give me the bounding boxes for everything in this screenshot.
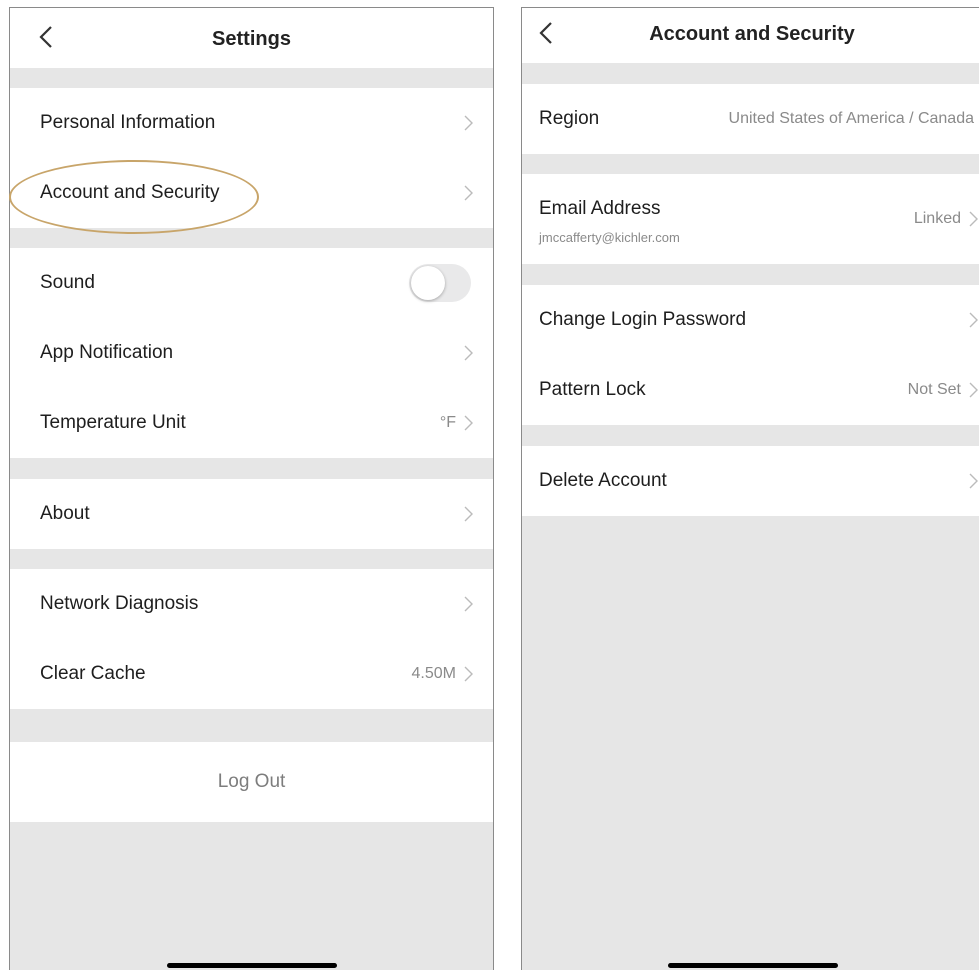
row-label: Change Login Password <box>539 309 747 330</box>
row-label: Personal Information <box>40 112 216 133</box>
pattern-lock-row[interactable]: Pattern Lock Not Set <box>522 355 979 425</box>
row-label: Delete Account <box>539 470 667 491</box>
temperature-unit-row[interactable]: Temperature Unit °F <box>10 388 493 458</box>
chevron-right-icon <box>464 596 473 612</box>
sound-row: Sound <box>10 248 493 318</box>
settings-section-logout: Log Out <box>10 742 493 822</box>
home-indicator[interactable] <box>668 963 838 968</box>
row-label: Network Diagnosis <box>40 593 199 614</box>
email-section: Email Address jmccafferty@kichler.com Li… <box>522 174 979 264</box>
chevron-right-icon <box>969 211 978 227</box>
email-address-label: Email Address <box>539 198 661 219</box>
password-section: Change Login Password Pattern Lock Not S… <box>522 285 979 425</box>
chevron-right-icon <box>464 185 473 201</box>
email-address-value: jmccafferty@kichler.com <box>539 230 680 245</box>
row-label: Temperature Unit <box>40 412 186 433</box>
row-label: Pattern Lock <box>539 379 646 400</box>
page-title: Settings <box>212 28 291 50</box>
personal-information-row[interactable]: Personal Information <box>10 88 493 158</box>
settings-nav-bar: Settings <box>10 8 493 68</box>
settings-screen: Settings Personal Information Account an… <box>9 7 494 970</box>
chevron-right-icon <box>464 115 473 131</box>
app-notification-row[interactable]: App Notification <box>10 318 493 388</box>
about-row[interactable]: About <box>10 479 493 549</box>
settings-section-network: Network Diagnosis Clear Cache 4.50M <box>10 569 493 709</box>
change-login-password-row[interactable]: Change Login Password <box>522 285 979 355</box>
row-label: App Notification <box>40 342 174 363</box>
region-row[interactable]: Region United States of America / Canada <box>522 84 979 154</box>
cache-size-value: 4.50M <box>411 665 456 682</box>
page-title: Account and Security <box>649 23 855 45</box>
delete-account-row[interactable]: Delete Account <box>522 446 979 516</box>
temperature-unit-value: °F <box>439 414 456 431</box>
clear-cache-row[interactable]: Clear Cache 4.50M <box>10 639 493 709</box>
region-value: United States of America / Canada <box>728 110 974 127</box>
chevron-right-icon <box>464 666 473 682</box>
row-label: Region <box>539 108 600 129</box>
email-address-row[interactable]: Email Address jmccafferty@kichler.com Li… <box>522 174 979 264</box>
row-label: About <box>40 503 90 524</box>
chevron-right-icon <box>464 506 473 522</box>
account-security-nav-bar: Account and Security <box>522 8 979 63</box>
delete-section: Delete Account <box>522 446 979 516</box>
pattern-lock-value: Not Set <box>907 381 961 398</box>
chevron-right-icon <box>969 473 978 489</box>
account-security-screen: Account and Security Region United State… <box>521 7 979 970</box>
chevron-right-icon <box>969 382 978 398</box>
chevron-right-icon <box>969 312 978 328</box>
log-out-button[interactable]: Log Out <box>10 742 493 822</box>
highlight-ellipse <box>9 160 259 234</box>
settings-section-preferences: Sound App Notification Temperature Unit … <box>10 248 493 458</box>
region-section: Region United States of America / Canada <box>522 84 979 154</box>
network-diagnosis-row[interactable]: Network Diagnosis <box>10 569 493 639</box>
settings-section-about: About <box>10 479 493 549</box>
chevron-right-icon <box>464 415 473 431</box>
sound-toggle[interactable] <box>409 264 471 302</box>
email-status-value: Linked <box>913 210 961 227</box>
home-indicator[interactable] <box>166 963 337 968</box>
row-label: Sound <box>40 272 95 293</box>
row-label: Clear Cache <box>40 663 146 684</box>
chevron-right-icon <box>464 345 473 361</box>
toggle-knob <box>411 266 445 300</box>
